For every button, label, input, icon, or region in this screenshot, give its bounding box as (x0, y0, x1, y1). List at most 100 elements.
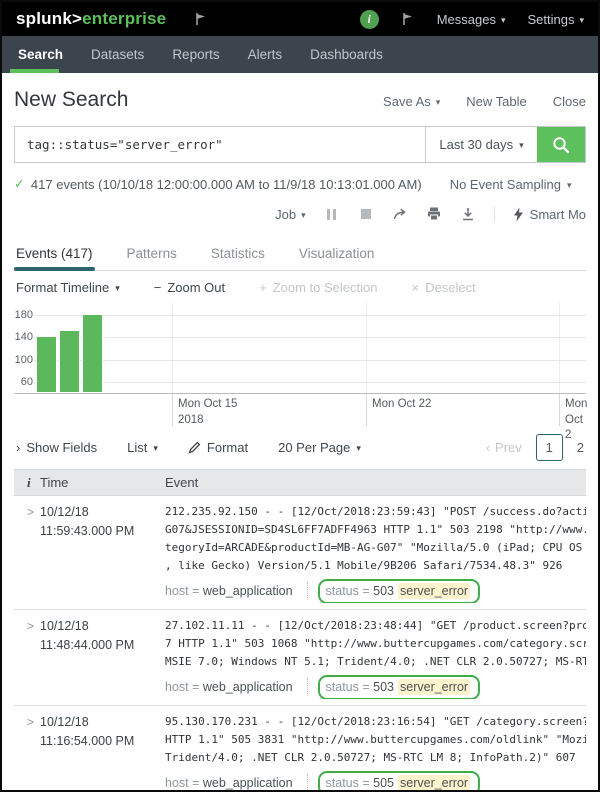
print-button[interactable] (426, 206, 442, 222)
event-timeline-chart[interactable]: 180 140 100 60 (14, 303, 586, 393)
event-raw-text[interactable]: 95.130.170.231 - - [12/Oct/2018:23:16:54… (165, 713, 586, 767)
list-view-label: List (127, 440, 148, 455)
nav-item-search[interactable]: Search (4, 37, 77, 73)
splunk-logo[interactable]: splunk>enterprise (16, 9, 166, 29)
event-date: 10/12/18 (40, 619, 89, 633)
field-status[interactable]: status = 503 server_error (326, 678, 471, 696)
nav-item-reports[interactable]: Reports (158, 37, 233, 73)
share-button[interactable] (392, 206, 408, 222)
result-count-text: 417 events (10/10/18 12:00:00.000 AM to … (30, 176, 422, 192)
event-raw-text[interactable]: 212.235.92.150 - - [12/Oct/2018:23:59:43… (165, 503, 586, 575)
zoom-to-selection-label: Zoom to Selection (272, 280, 378, 295)
per-page-label: 20 Per Page (278, 440, 351, 455)
event-time-cell[interactable]: 10/12/18 11:16:54.000 PM (40, 713, 165, 790)
gridline (34, 382, 586, 384)
deselect-button[interactable]: × Deselect (412, 280, 476, 295)
format-timeline-menu[interactable]: Format Timeline ▾ (16, 280, 120, 295)
search-input[interactable] (15, 127, 425, 162)
save-as-menu[interactable]: Save As ▾ (383, 94, 440, 109)
event-row: > 10/12/18 11:16:54.000 PM 95.130.170.23… (14, 706, 586, 790)
field-status[interactable]: status = 503 server_error (326, 582, 471, 600)
event-date: 10/12/18 (40, 715, 89, 729)
activity-pennant-icon[interactable] (194, 12, 208, 26)
field-divider (306, 582, 308, 600)
new-table-label: New Table (466, 94, 527, 109)
prev-label: Prev (495, 440, 522, 455)
column-header-info: i (27, 474, 31, 490)
expand-row-icon[interactable]: > (27, 619, 34, 633)
field-host[interactable]: host = web_application (165, 678, 293, 696)
pause-button[interactable] (324, 206, 340, 222)
chevron-left-icon: ‹ (485, 440, 491, 455)
x-axis-tick-label: Mon Oct 15 2018 (178, 398, 238, 426)
app-navigation-bar: Search Datasets Reports Alerts Dashboards (2, 36, 598, 73)
timeline-bar[interactable] (36, 336, 57, 393)
event-time-cell[interactable]: 10/12/18 11:48:44.000 PM (40, 617, 165, 699)
export-button[interactable] (460, 206, 476, 222)
expand-row-icon[interactable]: > (27, 505, 34, 519)
settings-menu[interactable]: Settings ▾ (527, 12, 584, 27)
tab-events-417-[interactable]: Events (417) (14, 238, 95, 271)
search-mode-selector[interactable]: Smart Mo (513, 207, 586, 222)
save-as-label: Save As (383, 94, 431, 109)
info-circle-icon[interactable]: i (359, 9, 379, 29)
field-host[interactable]: host = web_application (165, 582, 293, 600)
tab-visualization[interactable]: Visualization (299, 238, 375, 270)
activity-pennant-icon[interactable] (401, 12, 415, 26)
nav-item-dashboards[interactable]: Dashboards (296, 37, 397, 73)
tab-patterns[interactable]: Patterns (127, 238, 177, 270)
timeline-bar[interactable] (59, 330, 80, 393)
job-menu[interactable]: Job ▾ (275, 207, 306, 222)
column-header-event: Event (165, 475, 199, 490)
page-title: New Search (14, 88, 129, 111)
success-check-icon: ✓ (14, 176, 25, 191)
zoom-out-button[interactable]: − Zoom Out (154, 280, 225, 295)
chevron-down-icon: ▾ (301, 209, 306, 220)
search-bar: Last 30 days ▾ (14, 126, 586, 163)
status-annotation-box: status = 503 server_error (317, 674, 481, 699)
timeline-bar[interactable] (82, 314, 103, 393)
time-range-label: Last 30 days (439, 137, 514, 152)
zoom-to-selection-button[interactable]: + Zoom to Selection (259, 280, 377, 295)
event-sampling-menu[interactable]: No Event Sampling ▾ (450, 177, 572, 192)
field-host[interactable]: host = web_application (165, 774, 293, 790)
prev-page-button[interactable]: ‹ Prev (486, 440, 522, 455)
x-axis-tick-label: Mon Oct 2 (565, 398, 588, 442)
x-axis-tick (559, 394, 560, 426)
field-status[interactable]: status = 505 server_error (326, 774, 471, 790)
event-time-cell[interactable]: 10/12/18 11:59:43.000 PM (40, 503, 165, 603)
share-icon (393, 208, 406, 220)
per-page-menu[interactable]: 20 Per Page ▾ (278, 440, 361, 455)
event-clock: 11:48:44.000 PM (40, 638, 135, 653)
x-axis-tick (172, 394, 173, 426)
close-button[interactable]: Close (553, 94, 586, 109)
page-button-1[interactable]: 1 (535, 434, 563, 461)
nav-item-alerts[interactable]: Alerts (234, 37, 297, 73)
search-button[interactable] (537, 127, 585, 162)
event-raw-text[interactable]: 27.102.11.11 - - [12/Oct/2018:23:48:44] … (165, 617, 586, 671)
y-axis-tick-label: 60 (20, 376, 33, 389)
job-status-line: ✓ 417 events (10/10/18 12:00:00.000 AM t… (14, 176, 586, 192)
messages-menu[interactable]: Messages ▾ (437, 12, 506, 27)
divider (493, 206, 495, 222)
close-icon: × (411, 280, 420, 295)
show-fields-toggle[interactable]: › Show Fields (16, 440, 97, 455)
new-table-button[interactable]: New Table (466, 94, 526, 109)
tab-statistics[interactable]: Statistics (211, 238, 265, 270)
nav-item-datasets[interactable]: Datasets (77, 37, 158, 73)
event-cell: 95.130.170.231 - - [12/Oct/2018:23:16:54… (165, 713, 586, 790)
job-label: Job (275, 206, 297, 222)
list-view-menu[interactable]: List ▾ (127, 440, 158, 455)
show-fields-label: Show Fields (26, 440, 98, 455)
x-axis-tick (366, 394, 367, 426)
format-results-menu[interactable]: Format (188, 440, 248, 455)
format-results-label: Format (206, 440, 249, 455)
minus-icon: − (153, 280, 162, 295)
page-header: New Search Save As ▾ New Table Close (14, 88, 586, 112)
expand-row-icon[interactable]: > (27, 715, 34, 729)
time-range-picker[interactable]: Last 30 days ▾ (425, 127, 537, 162)
stop-button[interactable] (358, 206, 374, 222)
event-cell: 212.235.92.150 - - [12/Oct/2018:23:59:43… (165, 503, 586, 603)
status-annotation-box: status = 503 server_error (317, 578, 481, 603)
chevron-down-icon: ▾ (115, 283, 120, 293)
